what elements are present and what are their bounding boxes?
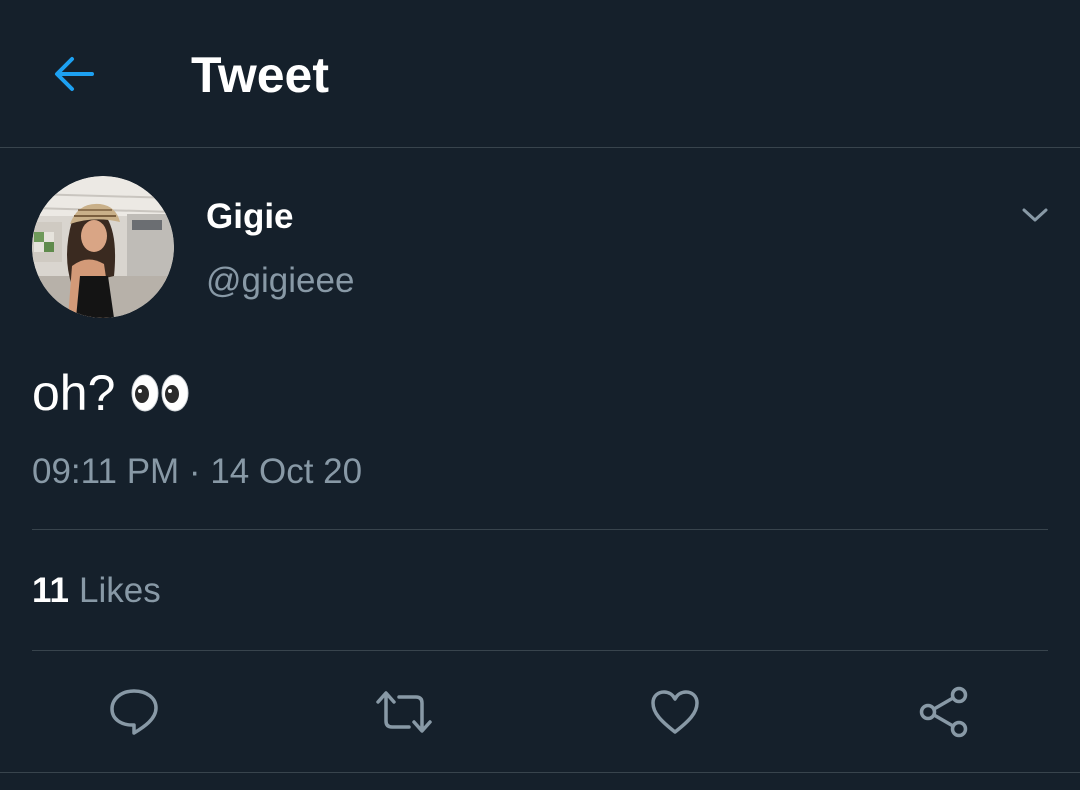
- like-button[interactable]: [643, 680, 707, 744]
- heart-icon: [651, 690, 699, 734]
- author-handle[interactable]: @gigieee: [206, 260, 354, 302]
- likes-label: Likes: [79, 571, 161, 610]
- tweet-timestamp: 09:11 PM · 14 Oct 20: [32, 452, 363, 491]
- share-icon: [919, 686, 968, 738]
- tweet-detail-screen: Tweet Gigie @gigieee oh? 09:11 PM · 14 O…: [0, 0, 1080, 790]
- share-button[interactable]: [913, 680, 977, 744]
- likes-count: 11: [32, 571, 69, 610]
- tweet-menu-button[interactable]: [1012, 194, 1058, 236]
- top-app-bar: Tweet: [0, 0, 1080, 148]
- tweet-text: oh?: [32, 362, 189, 424]
- avatar-photo: [32, 176, 174, 318]
- tweet-text-content: oh?: [32, 365, 116, 421]
- eye-left-icon: [131, 374, 159, 412]
- eyes-emoji: [131, 374, 189, 412]
- retweet-icon: [376, 691, 432, 733]
- likes-stat[interactable]: 11 Likes: [32, 570, 161, 612]
- avatar[interactable]: [32, 176, 174, 318]
- back-button[interactable]: [44, 46, 104, 102]
- chevron-down-icon: [1022, 208, 1048, 222]
- arrow-left-icon: [55, 57, 94, 91]
- eye-right-icon: [161, 374, 189, 412]
- reply-icon: [110, 689, 158, 735]
- retweet-button[interactable]: [372, 680, 436, 744]
- divider: [32, 529, 1048, 530]
- reply-button[interactable]: [102, 680, 166, 744]
- divider: [32, 650, 1048, 651]
- author-display-name[interactable]: Gigie: [206, 196, 294, 238]
- page-title: Tweet: [191, 47, 329, 103]
- divider: [0, 772, 1080, 773]
